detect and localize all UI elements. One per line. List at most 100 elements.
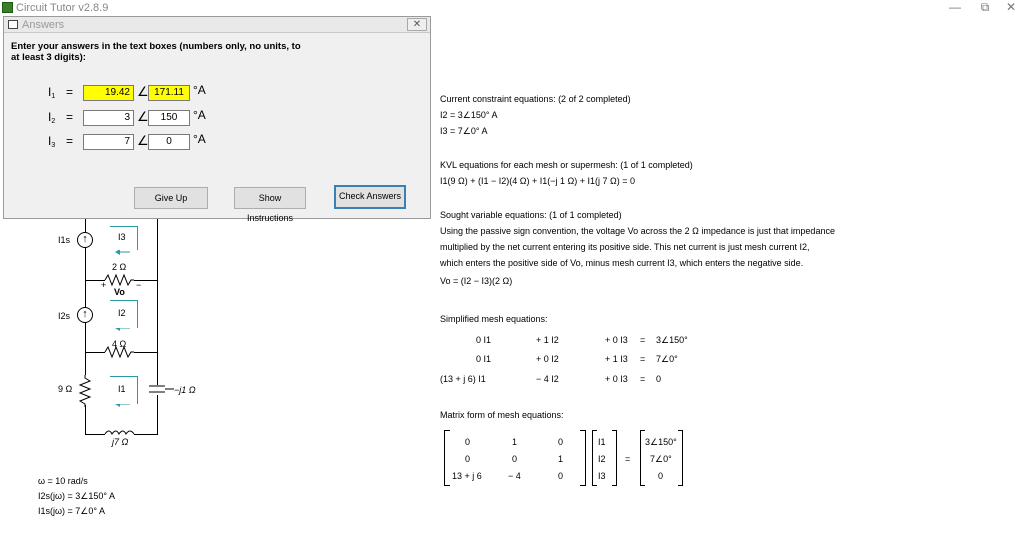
dialog-close-button[interactable]: ✕ xyxy=(407,18,427,31)
i3-phase-input[interactable]: 0 xyxy=(148,134,190,150)
omega-text: ω = 10 rad/s xyxy=(38,476,88,486)
i1-magnitude-input[interactable]: 19.42 xyxy=(83,85,134,101)
i2-magnitude-input[interactable]: 3 xyxy=(83,110,134,126)
matrix-cell: 0 xyxy=(465,437,471,447)
simplified-term: (13 + j 6) I1 xyxy=(440,374,486,384)
current-eq-1: I2 = 3∠150° A xyxy=(440,110,498,120)
simplified-term: − 4 I2 xyxy=(536,374,559,384)
kvl-header: KVL equations for each mesh or supermesh… xyxy=(440,160,693,170)
matrix-equals: = xyxy=(625,454,631,464)
equals-sign: = xyxy=(66,110,74,124)
kvl-equation: I1(9 Ω) + (I1 − I2)(4 Ω) + I1(−j 1 Ω) + … xyxy=(440,176,635,186)
i2-unit: °A xyxy=(193,108,206,122)
simplified-term: + 0 I3 xyxy=(605,374,628,384)
current-source-1s: ↑ xyxy=(77,232,93,248)
instructions-text: Enter your answers in the text boxes (nu… xyxy=(11,41,301,63)
equals-sign: = xyxy=(66,134,74,148)
simplified-term: + 0 I2 xyxy=(536,354,559,364)
r4-label: 4 Ω xyxy=(112,339,127,349)
window-title: Circuit Tutor v2.8.9 xyxy=(16,2,109,14)
matrix-bracket-right xyxy=(580,430,586,486)
matrix-cell: 0 xyxy=(558,437,564,447)
i1-phase-input[interactable]: 171.11 xyxy=(148,85,190,101)
rhs-cell: 7∠0° xyxy=(650,454,672,464)
minimize-button[interactable]: — xyxy=(940,0,970,16)
simplified-header: Simplified mesh equations: xyxy=(440,314,548,324)
vector-cell: I2 xyxy=(598,454,606,464)
answers-dialog: Answers ✕ Enter your answers in the text… xyxy=(3,16,431,223)
simplified-rhs: 0 xyxy=(656,374,662,384)
app-icon xyxy=(2,2,13,13)
matrix-cell: 1 xyxy=(558,454,564,464)
resistor-2ohm xyxy=(104,273,134,287)
inductor-label: j7 Ω xyxy=(112,437,129,447)
angle-icon: ∠ xyxy=(137,84,149,99)
matrix-cell: 0 xyxy=(465,454,471,464)
i1-unit: °A xyxy=(193,83,206,97)
angle-icon: ∠ xyxy=(137,109,149,124)
matrix-cell: − 4 xyxy=(508,471,521,481)
i1s-phasor: I1s(jω) = 7∠0° A xyxy=(38,506,105,516)
i2s-phasor: I2s(jω) = 3∠150° A xyxy=(38,491,115,501)
answer-label-i1: I1 xyxy=(48,85,56,100)
simplified-rhs: 7∠0° xyxy=(656,354,678,364)
r9-label: 9 Ω xyxy=(58,384,73,394)
sought-line-1: Using the passive sign convention, the v… xyxy=(440,226,835,236)
matrix-cell: 0 xyxy=(558,471,564,481)
dialog-title: Answers xyxy=(22,19,65,31)
simplified-equals: = xyxy=(640,374,646,384)
sought-line-2: multiplied by the net current entering i… xyxy=(440,242,810,252)
i2-phase-input[interactable]: 150 xyxy=(148,110,190,126)
vector-bracket-right xyxy=(612,430,617,486)
rhs-bracket-right xyxy=(678,430,683,486)
src-mid-label: I2s xyxy=(58,311,71,321)
matrix-cell: 0 xyxy=(512,454,518,464)
show-instructions-button[interactable]: Show Instructions xyxy=(234,187,306,223)
sought-header: Sought variable equations: (1 of 1 compl… xyxy=(440,210,622,220)
rhs-cell: 0 xyxy=(658,471,664,481)
current-source-2s: ↑ xyxy=(77,307,93,323)
inductor xyxy=(104,430,135,435)
matrix-bracket-left xyxy=(444,430,450,486)
simplified-term: + 1 I3 xyxy=(605,354,628,364)
r2-label: 2 Ω xyxy=(112,262,127,272)
equals-sign: = xyxy=(66,85,74,99)
cap-label: −j1 Ω xyxy=(174,385,196,395)
mesh3-label: I3 xyxy=(118,232,126,242)
vector-cell: I3 xyxy=(598,471,606,481)
close-window-button[interactable]: ✕ xyxy=(996,0,1024,16)
answer-label-i2: I2 xyxy=(48,110,56,125)
rhs-cell: 3∠150° xyxy=(645,437,677,447)
check-answers-button[interactable]: Check Answers xyxy=(334,185,406,209)
vector-bracket-left xyxy=(592,430,597,486)
sought-line-3: which enters the positive side of Vo, mi… xyxy=(440,258,804,268)
i3-unit: °A xyxy=(193,132,206,146)
sought-equation: Vo = (I2 − I3)(2 Ω) xyxy=(440,276,513,286)
angle-icon: ∠ xyxy=(137,133,149,148)
simplified-term: 0 I1 xyxy=(476,354,492,364)
current-constraint-header: Current constraint equations: (2 of 2 co… xyxy=(440,94,631,104)
simplified-rhs: 3∠150° xyxy=(656,335,688,345)
vo-plus: + xyxy=(101,280,107,290)
vo-minus: − xyxy=(136,280,142,290)
dialog-titlebar: Answers ✕ xyxy=(4,17,430,33)
src-top-label: I1s xyxy=(58,235,71,245)
dialog-window-icon xyxy=(8,20,18,29)
vo-label: Vo xyxy=(114,287,125,297)
simplified-term: + 0 I3 xyxy=(605,335,628,345)
simplified-term: + 1 I2 xyxy=(536,335,559,345)
i3-magnitude-input[interactable]: 7 xyxy=(83,134,134,150)
simplified-term: 0 I1 xyxy=(476,335,492,345)
current-eq-2: I3 = 7∠0° A xyxy=(440,126,488,136)
simplified-equals: = xyxy=(640,354,646,364)
mesh2-label: I2 xyxy=(118,308,126,318)
matrix-header: Matrix form of mesh equations: xyxy=(440,410,564,420)
window-titlebar: Circuit Tutor v2.8.9 — ⧉ ✕ xyxy=(0,0,1024,16)
simplified-equals: = xyxy=(640,335,646,345)
vector-cell: I1 xyxy=(598,437,606,447)
matrix-cell: 13 + j 6 xyxy=(452,471,482,481)
answer-label-i3: I3 xyxy=(48,134,56,149)
give-up-button[interactable]: Give Up xyxy=(134,187,208,209)
matrix-cell: 1 xyxy=(512,437,518,447)
mesh1-label: I1 xyxy=(118,384,126,394)
